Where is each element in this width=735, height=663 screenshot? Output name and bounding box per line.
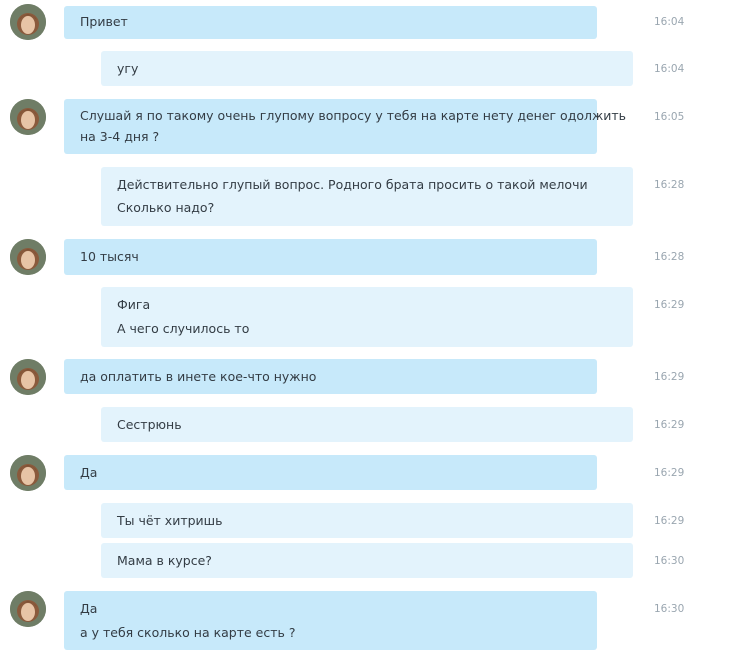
avatar-icon[interactable] — [10, 99, 46, 135]
incoming-message-bubble[interactable]: Привет — [64, 6, 597, 39]
message-text: а у тебя сколько на карте есть ? — [80, 625, 296, 640]
message-timestamp: 16:04 — [654, 63, 685, 75]
outgoing-message-bubble[interactable]: Действительно глупый вопрос. Родного бра… — [101, 167, 633, 226]
message-text: Мама в курсе? — [117, 553, 212, 568]
outgoing-message-bubble[interactable]: Сестрюнь — [101, 407, 633, 442]
message-timestamp: 16:29 — [654, 371, 685, 383]
message-timestamp: 16:05 — [654, 111, 685, 123]
message-text: Ты чёт хитришь — [117, 513, 223, 528]
message-text: Сколько надо? — [117, 200, 215, 215]
incoming-message-bubble[interactable]: да оплатить в инете кое-что нужно — [64, 359, 597, 394]
incoming-message-bubble[interactable]: Слушай я по такому очень глупому вопросу… — [64, 99, 627, 154]
message-timestamp: 16:29 — [654, 515, 685, 527]
message-text: Фига — [117, 297, 151, 312]
message-text: А чего случилось то — [117, 321, 250, 336]
chat-history: Привет 16:04 угу 16:04 Слушай я по таком… — [0, 0, 735, 663]
message-text: Привет — [80, 14, 128, 29]
message-timestamp: 16:29 — [654, 299, 685, 311]
message-timestamp: 16:04 — [654, 16, 685, 28]
incoming-message-bubble[interactable]: Да — [64, 455, 597, 490]
message-text: Да — [80, 465, 98, 480]
message-text: Действительно глупый вопрос. Родного бра… — [117, 177, 588, 192]
message-timestamp: 16:29 — [654, 467, 685, 479]
message-text: да оплатить в инете кое-что нужно — [80, 369, 317, 384]
message-text: Слушай я по такому очень глупому вопросу… — [80, 108, 627, 123]
message-timestamp: 16:30 — [654, 603, 685, 615]
message-text: угу — [117, 61, 139, 76]
avatar-icon[interactable] — [10, 591, 46, 627]
message-text: Сестрюнь — [117, 417, 182, 432]
message-text: на 3-4 дня ? — [80, 129, 160, 144]
message-text: Да — [80, 601, 98, 616]
avatar-icon[interactable] — [10, 4, 46, 40]
outgoing-message-bubble[interactable]: Ты чёт хитришь — [101, 503, 633, 538]
message-timestamp: 16:29 — [654, 419, 685, 431]
outgoing-message-bubble[interactable]: угу — [101, 51, 633, 86]
outgoing-message-bubble[interactable]: Мама в курсе? — [101, 543, 633, 578]
message-timestamp: 16:30 — [654, 555, 685, 567]
message-timestamp: 16:28 — [654, 179, 685, 191]
message-text: 10 тысяч — [80, 249, 139, 264]
incoming-message-bubble[interactable]: Да а у тебя сколько на карте есть ? — [64, 591, 597, 650]
outgoing-message-bubble[interactable]: Фига А чего случилось то — [101, 287, 633, 347]
message-timestamp: 16:28 — [654, 251, 685, 263]
avatar-icon[interactable] — [10, 239, 46, 275]
avatar-icon[interactable] — [10, 455, 46, 491]
incoming-message-bubble[interactable]: 10 тысяч — [64, 239, 597, 275]
avatar-icon[interactable] — [10, 359, 46, 395]
